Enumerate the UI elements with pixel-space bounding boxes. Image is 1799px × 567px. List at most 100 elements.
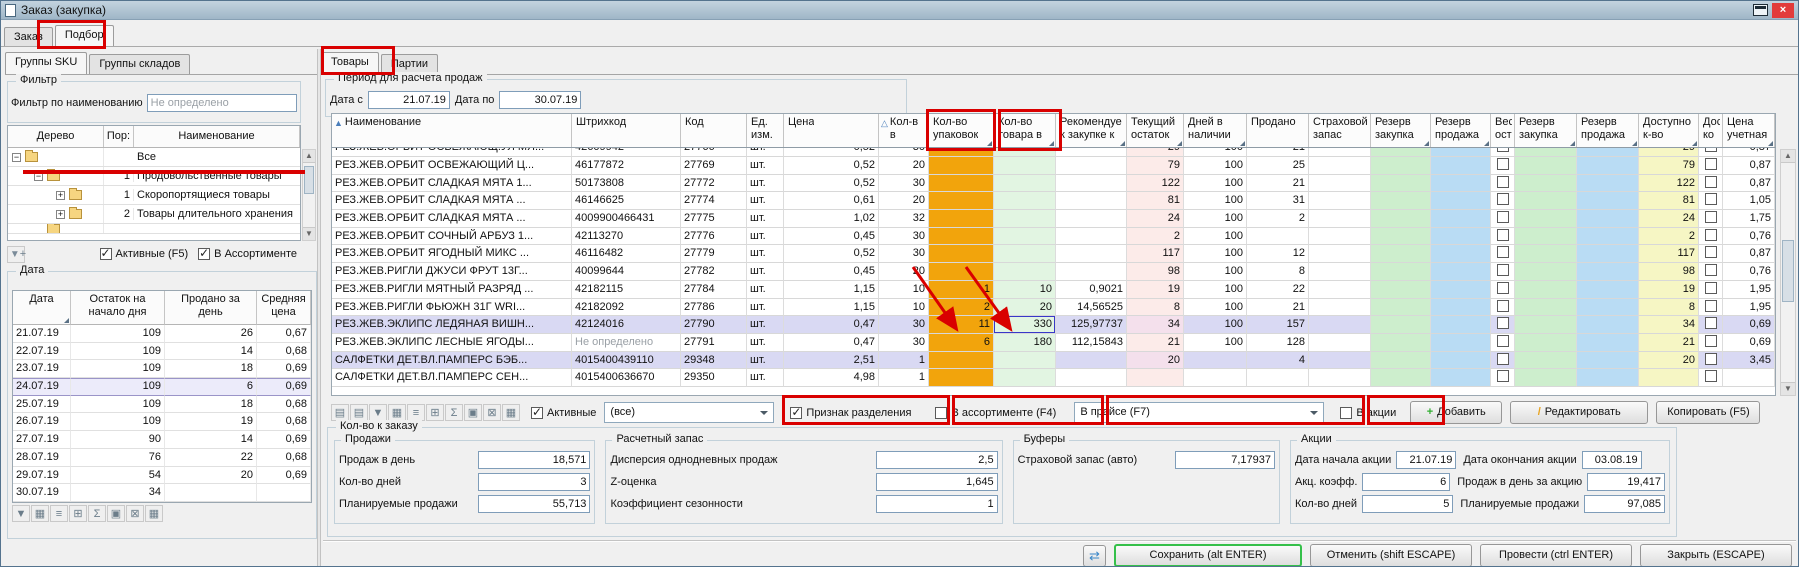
product-row[interactable]: РЕЗ.ЖЕВ.ЭКЛИПС ЛЕДЯНАЯ ВИШН... 42124016 …	[332, 316, 1775, 334]
print-icon[interactable]: ▣	[464, 404, 482, 421]
goods-qty-cell[interactable]: 330	[994, 316, 1056, 334]
products-column-header[interactable]: Штрихкод	[572, 114, 681, 147]
filter-checkbox[interactable]: Активные (F5)	[100, 248, 189, 260]
products-column-header[interactable]: Цена	[784, 114, 879, 147]
weight-checkbox[interactable]	[1497, 317, 1509, 329]
tree-row[interactable]: Все	[8, 148, 300, 167]
goods-qty-cell[interactable]	[994, 228, 1056, 246]
tree-column-header[interactable]: Дерево	[8, 126, 104, 147]
products-column-header[interactable]: △ Кол-вв	[879, 114, 929, 147]
packs-qty-cell[interactable]: 6	[929, 334, 994, 352]
products-column-header[interactable]: Резервпродажа	[1431, 114, 1491, 147]
products-column-header[interactable]: Страховойзапас	[1309, 114, 1371, 147]
products-column-header[interactable]: Кол-вотовара в	[994, 114, 1056, 147]
date-to-input[interactable]: 30.07.19	[499, 91, 581, 109]
scrollbar-thumb[interactable]	[304, 166, 314, 194]
goods-qty-cell[interactable]: 180	[994, 334, 1056, 352]
expand-collapse-icon[interactable]	[34, 172, 43, 181]
export-excel-icon[interactable]: ⊠	[126, 505, 144, 522]
product-row[interactable]: РЕЗ.ЖЕВ.ОРБИТ ОСВЕЖАЮЩИЙ Ц... 46177872 2…	[332, 157, 1775, 175]
weight-checkbox[interactable]	[1497, 246, 1509, 258]
close-button[interactable]: Закрыть (ESCAPE)	[1640, 544, 1792, 567]
products-column-header[interactable]: Рекомендуек закупке к	[1056, 114, 1127, 147]
product-row[interactable]: САЛФЕТКИ ДЕТ.ВЛ.ПАМПЕРС БЭБ... 401540043…	[332, 352, 1775, 370]
sold-column-header[interactable]: Продано за день	[165, 291, 257, 325]
filter-checkbox[interactable]: В Ассортименте	[198, 248, 297, 260]
sales-field-input[interactable]: 55,713	[478, 495, 590, 513]
packs-qty-cell[interactable]: 2	[929, 299, 994, 317]
tab-batches[interactable]: Партии	[381, 54, 438, 74]
goods-qty-cell[interactable]	[994, 352, 1056, 370]
name-column-header[interactable]: Наименование	[134, 126, 300, 147]
product-row[interactable]: РЕЗ.ЖЕВ.ОРБИТ ЯГОДНЫЙ МИКС ... 46116482 …	[332, 245, 1775, 263]
weight-checkbox[interactable]	[1497, 158, 1509, 170]
weight-checkbox[interactable]	[1497, 211, 1509, 223]
promo-field-input[interactable]: 6	[1362, 473, 1450, 491]
columns-icon[interactable]: ▦	[388, 404, 406, 421]
weight-checkbox[interactable]	[1497, 282, 1509, 294]
numbering-icon[interactable]: ≡	[407, 404, 425, 421]
available-checkbox[interactable]	[1705, 370, 1717, 382]
tree-row[interactable]: 2 Товары длительного хранения	[8, 205, 300, 224]
scroll-up-icon[interactable]: ▲	[303, 150, 315, 163]
daily-sales-row[interactable]: 27.07.19 90 14 0,69	[13, 431, 311, 449]
sum-icon[interactable]: Σ	[88, 505, 106, 522]
daily-sales-row[interactable]: 26.07.19 109 19 0,68	[13, 413, 311, 431]
product-row[interactable]: РЕЗ.ЖЕВ.ОРБИТ СЛАДКАЯ МЯТА 1... 50173808…	[332, 175, 1775, 193]
promo-field-input[interactable]: 21.07.19	[1396, 451, 1456, 469]
collapse-groups-icon[interactable]: ▤	[350, 404, 368, 421]
split-flag-checkbox[interactable]: Признак разделения	[790, 407, 911, 419]
stock-column-header[interactable]: Остаток на начало дня	[71, 291, 165, 325]
weight-checkbox[interactable]	[1497, 264, 1509, 276]
daily-sales-row[interactable]: 30.07.19 34	[13, 484, 311, 502]
calc-field-input[interactable]: 1,645	[876, 473, 998, 491]
expand-collapse-icon[interactable]	[12, 153, 21, 162]
edit-button[interactable]: /Редактировать	[1510, 401, 1648, 424]
packs-qty-cell[interactable]	[929, 157, 994, 175]
checkbox-icon[interactable]	[1340, 407, 1352, 419]
products-column-header[interactable]: Весост	[1491, 114, 1515, 147]
packs-qty-cell[interactable]	[929, 245, 994, 263]
export-excel-icon[interactable]: ⊠	[483, 404, 501, 421]
expand-collapse-icon[interactable]	[56, 210, 65, 219]
daily-sales-row[interactable]: 28.07.19 76 22 0,68	[13, 449, 311, 467]
packs-qty-cell[interactable]: 1	[929, 281, 994, 299]
products-column-header[interactable]: Дней вналичии	[1184, 114, 1247, 147]
tree-row[interactable]	[8, 224, 300, 234]
weight-checkbox[interactable]	[1497, 148, 1509, 152]
goods-qty-cell[interactable]	[994, 263, 1056, 281]
cancel-button[interactable]: Отменить (shift ESCAPE)	[1310, 544, 1472, 567]
products-scrollbar[interactable]: ▲ ▼	[1780, 149, 1796, 396]
scroll-up-icon[interactable]: ▲	[1781, 150, 1795, 163]
goods-qty-cell[interactable]	[994, 192, 1056, 210]
goods-qty-cell[interactable]	[994, 157, 1056, 175]
weight-checkbox[interactable]	[1497, 176, 1509, 188]
products-column-header[interactable]: Кол-воупаковок	[929, 114, 994, 147]
sales-field-input[interactable]: 18,571	[478, 451, 590, 469]
order-column-header[interactable]: Пор:	[104, 126, 134, 147]
available-checkbox[interactable]	[1705, 353, 1717, 365]
goods-qty-cell[interactable]	[994, 245, 1056, 263]
filter-add-icon[interactable]: ▼+	[7, 246, 25, 263]
goods-qty-cell[interactable]	[994, 210, 1056, 228]
in-price-dropdown[interactable]: В прайсе (F7)	[1074, 402, 1324, 423]
products-column-header[interactable]: Резервзакупка	[1515, 114, 1577, 147]
tab-order[interactable]: Заказ	[4, 27, 53, 47]
product-row[interactable]: САЛФЕТКИ ДЕТ.ВЛ.ПАМПЕРС СЕН... 401540063…	[332, 369, 1775, 387]
product-row[interactable]: РЕЗ.ЖЕВ.РИГЛИ МЯТНЫЙ РАЗРЯД ... 42182115…	[332, 281, 1775, 299]
packs-qty-cell[interactable]	[929, 263, 994, 281]
calc-field-input[interactable]: 1	[876, 495, 998, 513]
tab-goods[interactable]: Товары	[321, 52, 379, 74]
product-row[interactable]: РЕЗ.ЖЕВ.ОРБИТ ОСВЕЖАЮЩ.УЛ МЯ... 42609942…	[332, 148, 1775, 157]
scroll-down-icon[interactable]: ▼	[303, 227, 315, 240]
expand-collapse-icon[interactable]	[56, 191, 65, 200]
checkbox-icon[interactable]	[790, 407, 802, 419]
product-row[interactable]: РЕЗ.ЖЕВ.ЭКЛИПС ЛЕСНЫЕ ЯГОДЫ... Не опреде…	[332, 334, 1775, 352]
tab-warehouse-groups[interactable]: Группы складов	[89, 54, 190, 74]
available-checkbox[interactable]	[1705, 317, 1717, 329]
tab-sku-groups[interactable]: Группы SKU	[5, 52, 87, 74]
available-checkbox[interactable]	[1705, 264, 1717, 276]
add-button[interactable]: +Добавить	[1410, 401, 1502, 424]
products-column-header[interactable]: Резервзакупка	[1371, 114, 1431, 147]
calculator-icon[interactable]: ⊞	[426, 404, 444, 421]
